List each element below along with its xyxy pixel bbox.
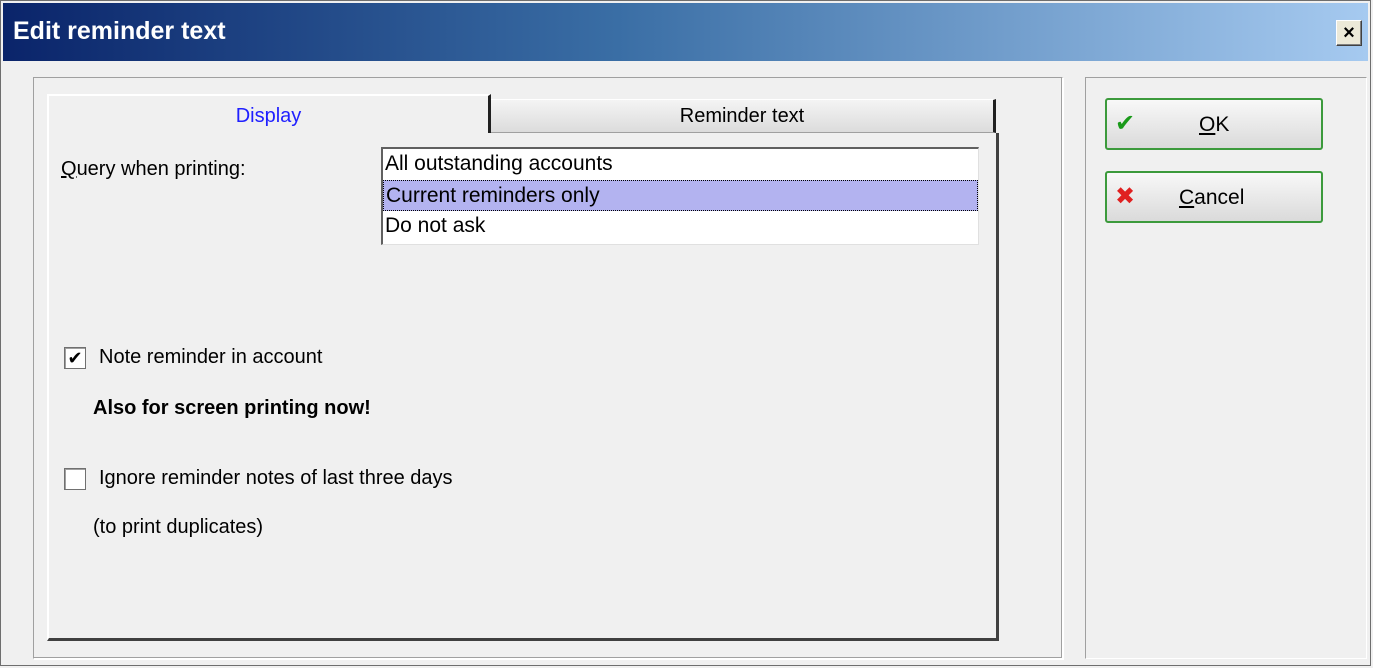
list-item[interactable]: Do not ask	[383, 211, 978, 242]
cross-icon: ✖	[1115, 183, 1136, 210]
screen-printing-note: Also for screen printing now!	[93, 397, 371, 419]
ok-button[interactable]: ✔ OK	[1105, 98, 1323, 150]
dialog-window: Edit reminder text × Display Reminder te…	[0, 0, 1371, 666]
checkmark-icon: ✔	[1115, 110, 1136, 137]
ignore-notes-label[interactable]: Ignore reminder notes of last three days	[99, 467, 453, 490]
buttons-group	[1085, 77, 1367, 659]
cancel-button-label: Cancel	[1179, 186, 1245, 209]
title-bar[interactable]: Edit reminder text ×	[3, 3, 1368, 61]
duplicates-note: (to print duplicates)	[93, 516, 264, 538]
tab-reminder-text-label: Reminder text	[679, 104, 805, 127]
close-button[interactable]: ×	[1336, 20, 1362, 46]
close-icon: ×	[1343, 21, 1355, 44]
tab-display-label: Display	[235, 104, 302, 127]
note-reminder-label[interactable]: Note reminder in account	[99, 346, 322, 369]
tab-display[interactable]: Display	[47, 94, 491, 136]
query-when-printing-label: Query when printing:	[61, 158, 246, 180]
checkmark-icon: ✔	[67, 348, 83, 368]
ok-button-label: OK	[1199, 113, 1230, 136]
cancel-button[interactable]: ✖ Cancel	[1105, 171, 1323, 223]
dialog-client-area: Display Reminder text Query when printin…	[3, 61, 1368, 665]
note-reminder-checkbox[interactable]: ✔	[64, 347, 86, 369]
ignore-notes-checkbox[interactable]	[64, 468, 86, 490]
window-title: Edit reminder text	[13, 17, 226, 45]
query-options-listbox[interactable]: All outstanding accounts Current reminde…	[381, 147, 979, 245]
list-item[interactable]: All outstanding accounts	[383, 149, 978, 180]
list-item-selected[interactable]: Current reminders only	[383, 180, 978, 211]
tab-reminder-text[interactable]: Reminder text	[491, 99, 996, 133]
